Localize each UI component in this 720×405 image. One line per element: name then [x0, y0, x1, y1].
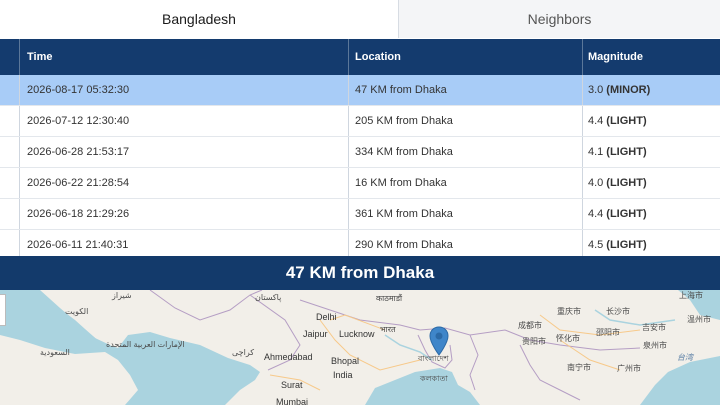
map-label: 重庆市 [557, 307, 581, 316]
map-label: Bhopal [331, 356, 360, 366]
table-header: Time Location Magnitude [0, 39, 720, 75]
map-label: কলকাতা [420, 374, 448, 383]
map-label: काठमाडौं [376, 294, 403, 303]
selected-location-banner: 47 KM from Dhaka [0, 256, 720, 290]
header-spacer [0, 39, 20, 75]
tab-neighbors[interactable]: Neighbors [398, 0, 720, 38]
cell-location: 290 KM from Dhaka [349, 230, 583, 256]
header-location[interactable]: Location [349, 39, 583, 75]
map-label: Jaipur [303, 329, 328, 339]
cell-magnitude: 4.0 (LIGHT) [588, 177, 647, 189]
cell-location: 47 KM from Dhaka [349, 75, 583, 105]
map-label: 上海市 [679, 291, 703, 300]
cell-time: 2026-06-18 21:29:26 [20, 199, 349, 229]
tab-bangladesh[interactable]: Bangladesh [0, 0, 398, 38]
map-label: Lucknow [339, 329, 375, 339]
earthquake-table: Time Location Magnitude 2026-08-17 05:32… [0, 39, 720, 256]
cell-magnitude: 4.4 (LIGHT) [588, 208, 647, 220]
country-tabs: Bangladesh Neighbors [0, 0, 720, 38]
map-label: Surat [281, 380, 303, 390]
map-label: الكويت [65, 307, 89, 316]
table-row[interactable]: 2026-06-11 21:40:31 290 KM from Dhaka 4.… [0, 230, 720, 256]
cell-time: 2026-06-11 21:40:31 [20, 230, 349, 256]
map-label: 泉州市 [643, 341, 667, 350]
map-label: भारत [380, 325, 396, 334]
table-row[interactable]: 2026-06-18 21:29:26 361 KM from Dhaka 4.… [0, 199, 720, 230]
cell-magnitude: 3.0 (MINOR) [588, 84, 651, 96]
map-label: پاکستان [255, 293, 282, 302]
map-view[interactable]: شیراز پاکستان काठमाडौं الكويت Delhi Jaip… [0, 290, 720, 405]
map-label: 贵阳市 [522, 337, 546, 346]
map-label: 邵阳市 [596, 328, 620, 337]
table-row[interactable]: 2026-06-22 21:28:54 16 KM from Dhaka 4.0… [0, 168, 720, 199]
map-label: 温州市 [687, 315, 711, 324]
cell-magnitude: 4.5 (LIGHT) [588, 239, 647, 251]
map-label: کراچی [232, 348, 255, 357]
cell-time: 2026-06-22 21:28:54 [20, 168, 349, 198]
table-row[interactable]: 2026-07-12 12:30:40 205 KM from Dhaka 4.… [0, 106, 720, 137]
map-label: 南宁市 [567, 363, 591, 372]
map-label: Mumbai [276, 397, 309, 405]
zoom-control[interactable] [0, 294, 6, 326]
location-marker-icon[interactable] [429, 326, 449, 356]
table-row[interactable]: 2026-08-17 05:32:30 47 KM from Dhaka 3.0… [0, 75, 720, 106]
table-row[interactable]: 2026-06-28 21:53:17 334 KM from Dhaka 4.… [0, 137, 720, 168]
cell-time: 2026-06-28 21:53:17 [20, 137, 349, 167]
cell-location: 334 KM from Dhaka [349, 137, 583, 167]
cell-time: 2026-08-17 05:32:30 [20, 75, 349, 105]
cell-location: 205 KM from Dhaka [349, 106, 583, 136]
header-time[interactable]: Time [20, 39, 349, 75]
cell-magnitude: 4.1 (LIGHT) [588, 146, 647, 158]
map-label: 怀化市 [556, 334, 580, 343]
cell-location: 361 KM from Dhaka [349, 199, 583, 229]
map-label: Delhi [316, 312, 337, 322]
map-label: 台湾 [677, 353, 693, 362]
banner-title: 47 KM from Dhaka [285, 263, 435, 282]
map-label: شیراز [112, 291, 132, 300]
map-label: 长沙市 [606, 307, 630, 316]
map-label: 成都市 [518, 321, 542, 330]
cell-time: 2026-07-12 12:30:40 [20, 106, 349, 136]
map-label: 吉安市 [642, 323, 666, 332]
cell-magnitude: 4.4 (LIGHT) [588, 115, 647, 127]
map-label: Ahmedabad [264, 352, 313, 362]
map-label: India [333, 370, 353, 380]
cell-location: 16 KM from Dhaka [349, 168, 583, 198]
header-magnitude[interactable]: Magnitude [583, 39, 720, 75]
map-label: السعودية [40, 348, 70, 357]
map-label: 广州市 [617, 364, 641, 373]
map-label: الإمارات العربية المتحدة [106, 340, 185, 349]
